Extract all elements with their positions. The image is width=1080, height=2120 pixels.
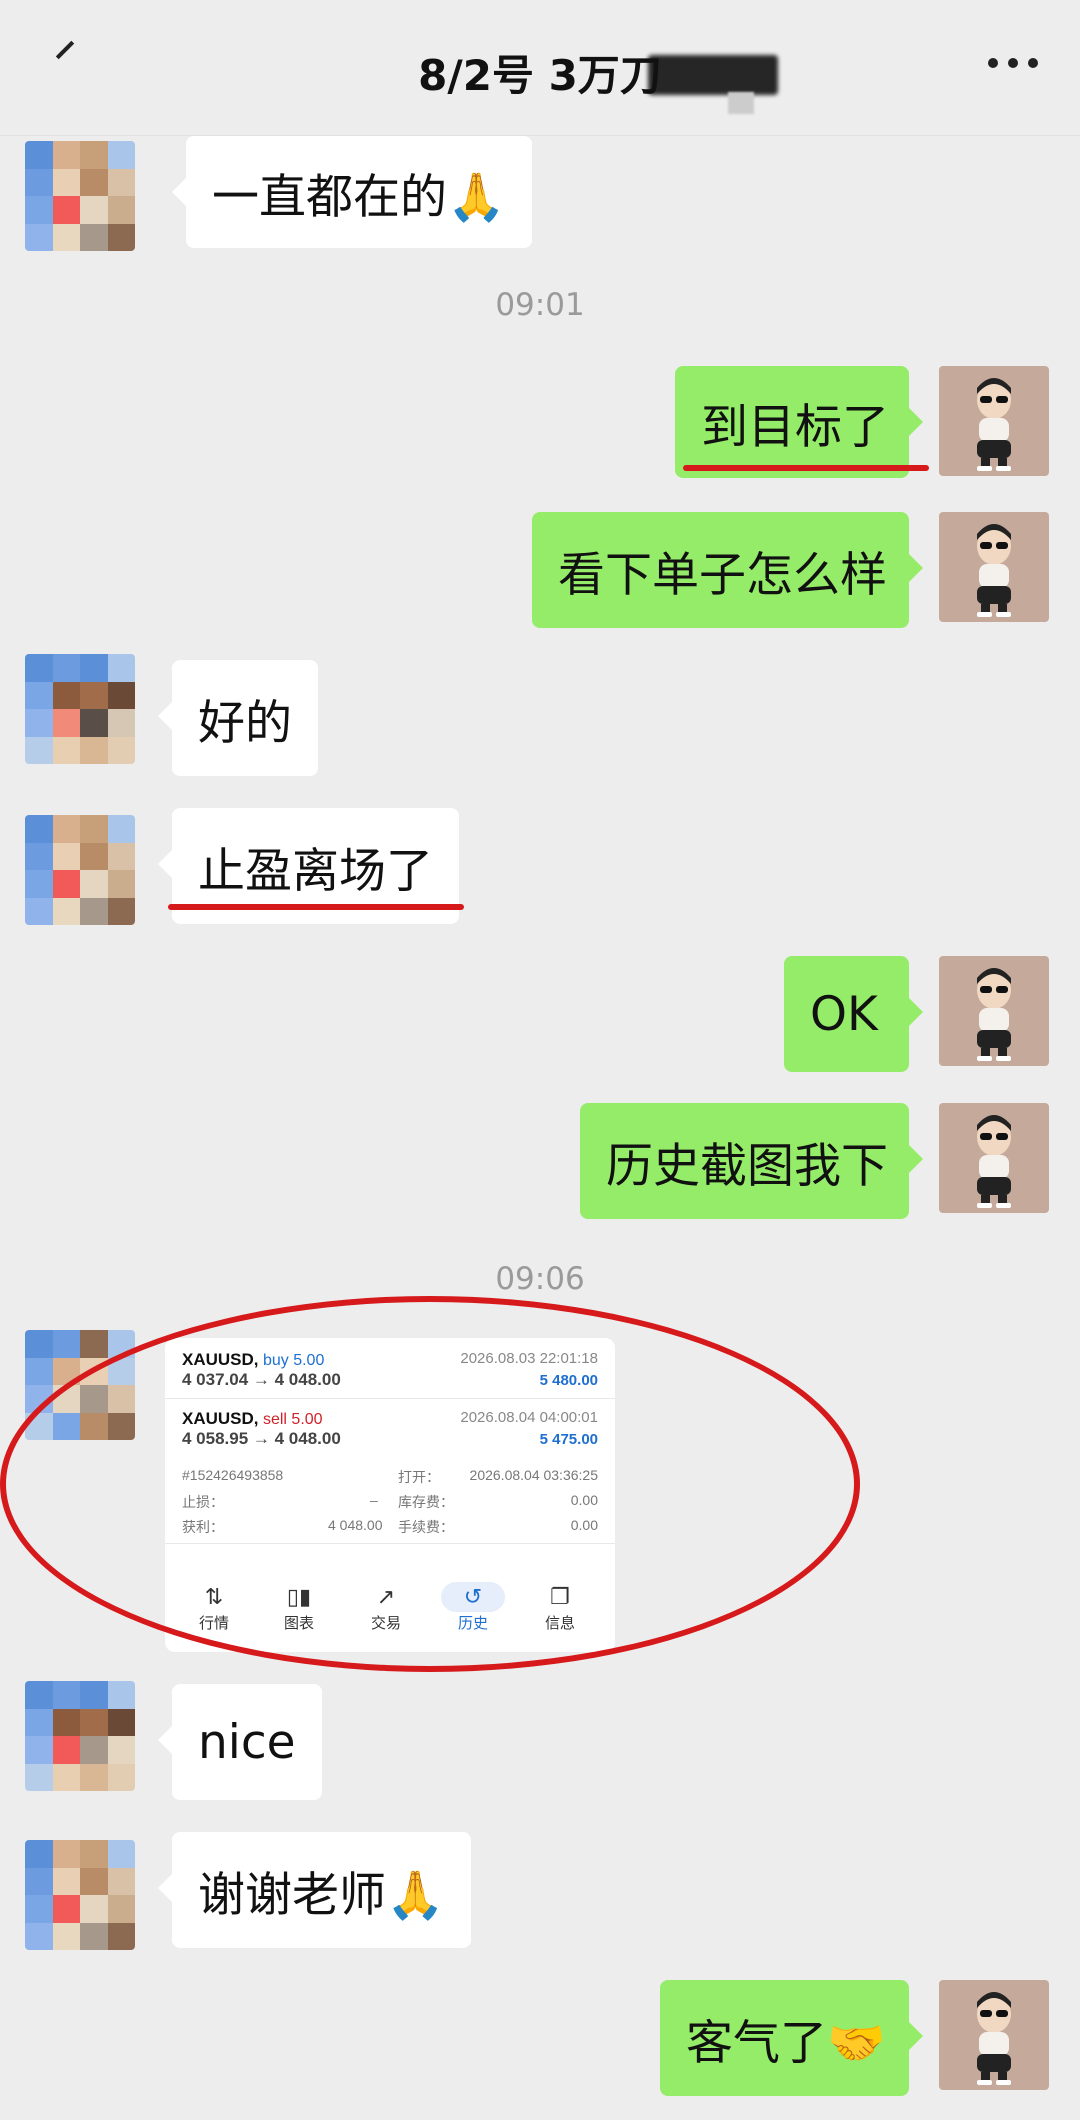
chat-title: 8/2号 3万刀 [418,51,662,100]
message-bubble[interactable]: 历史截图我下 [580,1103,923,1219]
trend-line-icon: ↗ [376,1584,396,1609]
detail-value: – [370,1492,378,1508]
message-bubble[interactable]: 客气了🤝 [660,1980,923,2096]
trade-datetime: 2026.08.03 22:01:18 [460,1350,598,1367]
message-text: 历史截图我下 [606,1138,888,1194]
message-bubble[interactable]: 谢谢老师🙏 [158,1832,471,1948]
detail-label: 打开： [398,1469,440,1485]
message-bubble[interactable]: 好的 [158,660,318,776]
my-avatar[interactable] [939,366,1049,476]
trade-side: buy 5.00 [262,1352,325,1369]
contact-avatar[interactable] [25,654,135,764]
message-text: OK [810,986,878,1042]
cartoon-boy-icon [977,1115,1011,1208]
timestamp: 09:06 [495,1261,585,1297]
detail-value: 2026.08.04 03:36:25 [469,1467,598,1483]
contact-avatar[interactable] [25,1681,135,1791]
chat-icon: ❐ [550,1584,570,1609]
message-text: 客气了🤝 [686,2015,886,2071]
message-text: nice [198,1714,296,1770]
cartoon-boy-icon [977,524,1011,617]
tab-history[interactable]: ↺ 历史 [441,1582,505,1633]
trade-side: sell 5.00 [262,1411,323,1428]
history-icon: ↺ [441,1582,505,1612]
detail-label: 手续费： [398,1519,454,1535]
message-text: 好的 [198,695,292,751]
chat-header: 8/2号 3万刀 [0,0,1080,136]
message-bubble[interactable]: OK [784,956,923,1072]
order-id: #152426493858 [182,1467,284,1483]
trade-prices: 4 058.95 → 4 048.00 [182,1429,341,1448]
annotation-underline [168,904,464,910]
message-bubble[interactable]: 一直都在的🙏 [172,136,532,248]
trade-history-screenshot[interactable]: XAUUSD, buy 5.00 4 037.04 → 4 048.00 202… [165,1338,615,1652]
candlestick-icon: ▯▮ [286,1584,312,1609]
trade-symbol: XAUUSD, [182,1409,259,1428]
my-avatar[interactable] [939,512,1049,622]
detail-label: 库存费： [398,1494,454,1510]
tab-quotes[interactable]: ⇅ 行情 [182,1582,246,1633]
message-bubble[interactable]: 看下单子怎么样 [532,512,923,628]
message-text: 一直都在的🙏 [212,169,506,225]
message-text: 止盈离场了 [198,843,433,899]
tab-messages[interactable]: ❐ 信息 [528,1582,592,1633]
my-avatar[interactable] [939,956,1049,1066]
cartoon-boy-icon [977,378,1011,471]
trade-profit: 5 475.00 [539,1431,598,1448]
tab-trade[interactable]: ↗ 交易 [354,1582,418,1633]
trade-profit: 5 480.00 [539,1372,598,1389]
more-options-icon[interactable] [988,58,1038,68]
message-text: 谢谢老师🙏 [198,1867,445,1923]
message-bubble[interactable]: nice [158,1684,322,1800]
redacted-title-part [648,55,778,95]
contact-avatar[interactable] [25,141,135,251]
arrows-updown-icon: ⇅ [204,1584,224,1609]
message-text: 到目标了 [701,399,889,455]
annotation-underline [683,465,929,471]
tab-chart[interactable]: ▯▮ 图表 [267,1582,331,1633]
detail-label: 获利： [182,1519,224,1535]
cartoon-boy-icon [977,968,1011,1061]
trade-symbol: XAUUSD, [182,1350,259,1369]
divider [165,1543,615,1544]
trade-datetime: 2026.08.04 04:00:01 [460,1409,598,1426]
my-avatar[interactable] [939,1980,1049,2090]
bottom-tab-bar: ⇅ 行情 ▯▮ 图表 ↗ 交易 ↺ 历史 ❐ 信息 [165,1582,615,1652]
trade-entry: XAUUSD, buy 5.00 4 037.04 → 4 048.00 202… [182,1350,598,1390]
timestamp: 09:01 [495,287,585,323]
contact-avatar[interactable] [25,1840,135,1950]
contact-avatar[interactable] [25,1330,135,1440]
detail-value: 0.00 [570,1492,598,1508]
message-text: 看下单子怎么样 [558,547,887,603]
detail-value: 4 048.00 [328,1517,383,1533]
contact-avatar[interactable] [25,815,135,925]
trade-entry: XAUUSD, sell 5.00 4 058.95 → 4 048.00 20… [182,1409,598,1449]
redacted-title-part [728,92,754,114]
divider [165,1398,615,1399]
trade-prices: 4 037.04 → 4 048.00 [182,1370,341,1389]
my-avatar[interactable] [939,1103,1049,1213]
detail-label: 止损： [182,1494,224,1510]
cartoon-boy-icon [977,1992,1011,2085]
message-bubble[interactable]: 到目标了 [675,366,923,478]
detail-value: 0.00 [570,1517,598,1533]
